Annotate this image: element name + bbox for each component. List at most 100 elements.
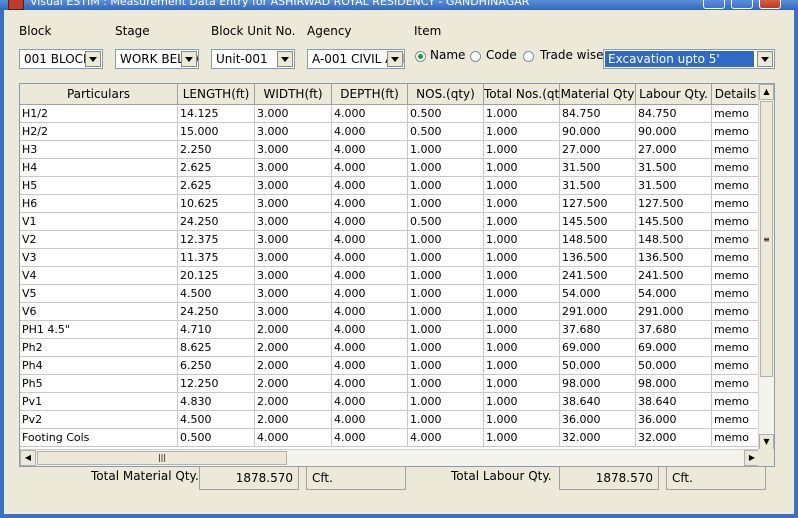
cell-particulars[interactable]: H5 <box>20 177 178 195</box>
cell-width[interactable]: 3.000 <box>255 105 332 123</box>
cell-labour-qty[interactable]: 54.000 <box>636 285 712 303</box>
cell-total-nos[interactable]: 1.000 <box>484 213 560 231</box>
cell-particulars[interactable]: H6 <box>20 195 178 213</box>
cell-material-qty[interactable]: 241.500 <box>560 267 636 285</box>
cell-depth[interactable]: 4.000 <box>332 195 408 213</box>
table-row[interactable]: Pv2 4.500 2.000 4.000 1.000 1.000 36.000 36.000… <box>20 411 760 429</box>
cell-total-nos[interactable]: 1.000 <box>484 195 560 213</box>
cell-labour-qty[interactable]: 148.500 <box>636 231 712 249</box>
scroll-left-icon[interactable]: ◀ <box>20 450 36 466</box>
cell-details[interactable]: memo <box>712 429 760 447</box>
cell-particulars[interactable]: Footing Cols <box>20 429 178 447</box>
cell-width[interactable]: 3.000 <box>255 213 332 231</box>
table-row[interactable]: Ph4 6.250 2.000 4.000 1.000 1.000 50.000 50.000… <box>20 357 760 375</box>
cell-width[interactable]: 2.000 <box>255 393 332 411</box>
cell-width[interactable]: 2.000 <box>255 321 332 339</box>
column-header-length[interactable]: LENGTH(ft) <box>178 84 255 104</box>
chevron-down-icon[interactable] <box>757 51 773 67</box>
cell-total-nos[interactable]: 1.000 <box>484 303 560 321</box>
cell-total-nos[interactable]: 1.000 <box>484 393 560 411</box>
cell-total-nos[interactable]: 1.000 <box>484 285 560 303</box>
cell-length[interactable]: 14.125 <box>178 105 255 123</box>
column-header-particulars[interactable]: Particulars <box>20 84 178 104</box>
cell-details[interactable]: memo <box>712 159 760 177</box>
cell-width[interactable]: 3.000 <box>255 177 332 195</box>
cell-depth[interactable]: 4.000 <box>332 321 408 339</box>
agency-select[interactable]: A-001 CIVIL AGENCY <box>307 49 405 69</box>
cell-material-qty[interactable]: 69.000 <box>560 339 636 357</box>
cell-width[interactable]: 2.000 <box>255 375 332 393</box>
cell-labour-qty[interactable]: 98.000 <box>636 375 712 393</box>
cell-details[interactable]: memo <box>712 285 760 303</box>
measurement-grid[interactable]: Particulars LENGTH(ft) WIDTH(ft) DEPTH(ft) N… <box>19 83 775 467</box>
cell-particulars[interactable]: H1/2 <box>20 105 178 123</box>
cell-material-qty[interactable]: 84.750 <box>560 105 636 123</box>
cell-total-nos[interactable]: 1.000 <box>484 375 560 393</box>
cell-labour-qty[interactable]: 32.000 <box>636 429 712 447</box>
cell-nos[interactable]: 1.000 <box>408 195 484 213</box>
cell-depth[interactable]: 4.000 <box>332 375 408 393</box>
cell-material-qty[interactable]: 291.000 <box>560 303 636 321</box>
cell-material-qty[interactable]: 27.000 <box>560 141 636 159</box>
cell-material-qty[interactable]: 32.000 <box>560 429 636 447</box>
cell-total-nos[interactable]: 1.000 <box>484 231 560 249</box>
cell-particulars[interactable]: PH1 4.5" <box>20 321 178 339</box>
cell-material-qty[interactable]: 127.500 <box>560 195 636 213</box>
cell-material-qty[interactable]: 50.000 <box>560 357 636 375</box>
block-select[interactable]: 001 BLOCK <box>19 49 103 69</box>
cell-details[interactable]: memo <box>712 105 760 123</box>
close-button[interactable] <box>759 0 781 9</box>
cell-material-qty[interactable]: 136.500 <box>560 249 636 267</box>
cell-material-qty[interactable]: 98.000 <box>560 375 636 393</box>
cell-nos[interactable]: 1.000 <box>408 177 484 195</box>
cell-width[interactable]: 3.000 <box>255 141 332 159</box>
cell-width[interactable]: 3.000 <box>255 267 332 285</box>
cell-particulars[interactable]: V5 <box>20 285 178 303</box>
cell-particulars[interactable]: Ph2 <box>20 339 178 357</box>
cell-total-nos[interactable]: 1.000 <box>484 321 560 339</box>
cell-labour-qty[interactable]: 31.500 <box>636 177 712 195</box>
cell-width[interactable]: 3.000 <box>255 249 332 267</box>
cell-total-nos[interactable]: 1.000 <box>484 267 560 285</box>
cell-depth[interactable]: 4.000 <box>332 303 408 321</box>
cell-nos[interactable]: 1.000 <box>408 321 484 339</box>
cell-nos[interactable]: 1.000 <box>408 375 484 393</box>
cell-length[interactable]: 4.500 <box>178 285 255 303</box>
cell-labour-qty[interactable]: 27.000 <box>636 141 712 159</box>
cell-depth[interactable]: 4.000 <box>332 159 408 177</box>
cell-width[interactable]: 3.000 <box>255 195 332 213</box>
table-row[interactable]: V3 11.375 3.000 4.000 1.000 1.000 136.500 136.5… <box>20 249 760 267</box>
cell-length[interactable]: 4.710 <box>178 321 255 339</box>
cell-width[interactable]: 4.000 <box>255 429 332 447</box>
cell-length[interactable]: 20.125 <box>178 267 255 285</box>
cell-labour-qty[interactable]: 241.500 <box>636 267 712 285</box>
column-header-depth[interactable]: DEPTH(ft) <box>332 84 408 104</box>
cell-particulars[interactable]: Pv1 <box>20 393 178 411</box>
table-row[interactable]: H2/2 15.000 3.000 4.000 0.500 1.000 90.000 90.0… <box>20 123 760 141</box>
cell-labour-qty[interactable]: 136.500 <box>636 249 712 267</box>
cell-nos[interactable]: 4.000 <box>408 429 484 447</box>
cell-total-nos[interactable]: 1.000 <box>484 429 560 447</box>
cell-labour-qty[interactable]: 69.000 <box>636 339 712 357</box>
cell-nos[interactable]: 1.000 <box>408 141 484 159</box>
scroll-down-icon[interactable]: ▼ <box>759 434 774 450</box>
cell-labour-qty[interactable]: 50.000 <box>636 357 712 375</box>
cell-nos[interactable]: 1.000 <box>408 159 484 177</box>
column-header-material-qty[interactable]: Material Qty <box>560 84 636 104</box>
cell-nos[interactable]: 0.500 <box>408 105 484 123</box>
cell-length[interactable]: 15.000 <box>178 123 255 141</box>
cell-details[interactable]: memo <box>712 267 760 285</box>
cell-depth[interactable]: 4.000 <box>332 429 408 447</box>
cell-nos[interactable]: 1.000 <box>408 231 484 249</box>
cell-nos[interactable]: 1.000 <box>408 303 484 321</box>
cell-length[interactable]: 8.625 <box>178 339 255 357</box>
cell-details[interactable]: memo <box>712 249 760 267</box>
cell-depth[interactable]: 4.000 <box>332 123 408 141</box>
vertical-scroll-thumb[interactable]: ≡ <box>760 101 773 377</box>
vertical-scrollbar[interactable]: ▲ ≡ ▼ <box>758 84 774 450</box>
cell-total-nos[interactable]: 1.000 <box>484 177 560 195</box>
cell-particulars[interactable]: Ph5 <box>20 375 178 393</box>
cell-details[interactable]: memo <box>712 195 760 213</box>
cell-details[interactable]: memo <box>712 357 760 375</box>
cell-depth[interactable]: 4.000 <box>332 357 408 375</box>
